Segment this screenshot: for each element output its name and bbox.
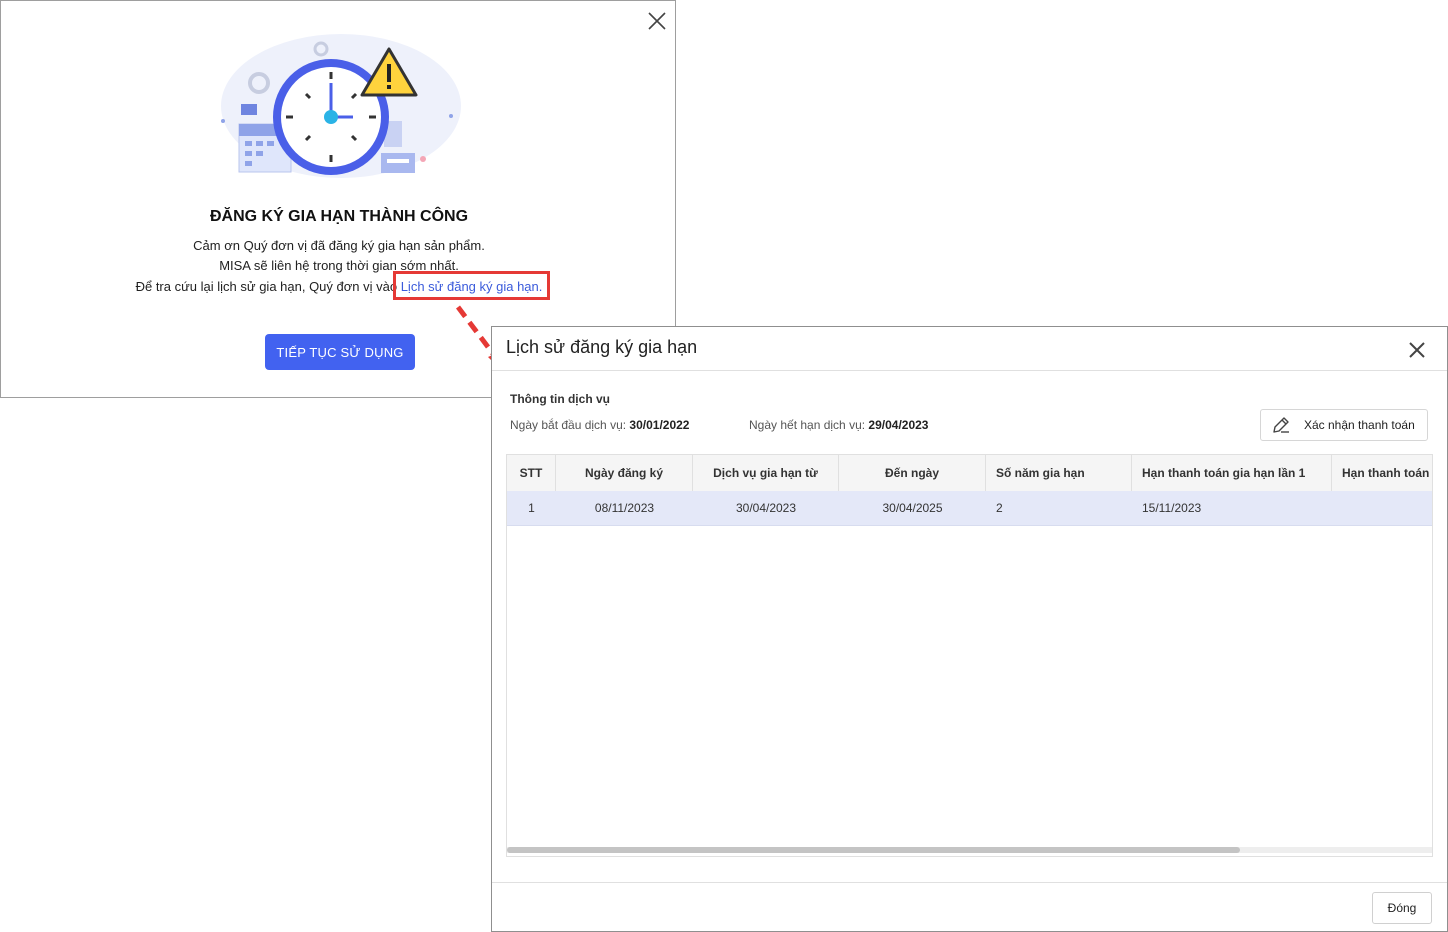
- cell-payment-deadline-1: 15/11/2023: [1142, 501, 1202, 515]
- start-date-label: Ngày bắt đầu dịch vụ:: [510, 418, 630, 432]
- column-header-registration-date[interactable]: Ngày đăng ký: [556, 455, 693, 491]
- continue-button[interactable]: TIẾP TỤC SỬ DỤNG: [265, 334, 415, 370]
- end-date-value: 29/04/2023: [868, 418, 929, 432]
- column-header-stt[interactable]: STT: [507, 455, 556, 491]
- close-icon[interactable]: [1405, 338, 1429, 362]
- start-date-info: Ngày bắt đầu dịch vụ: 30/01/2022: [510, 418, 689, 432]
- pencil-icon: [1273, 417, 1289, 433]
- table-row[interactable]: 1 08/11/2023 30/04/2023 30/04/2025 2 15/…: [507, 491, 1432, 526]
- cell-renewal-from: 30/04/2023: [735, 501, 797, 515]
- cell-to-date: 30/04/2025: [882, 501, 943, 515]
- dialog-title: Lịch sử đăng ký gia hạn: [506, 337, 698, 357]
- horizontal-scrollbar[interactable]: [507, 847, 1432, 853]
- column-header-payment-deadline-1[interactable]: Hạn thanh toán gia hạn lần 1: [1132, 455, 1332, 491]
- clock-warning-illustration: [221, 34, 461, 178]
- contact-message: MISA sẽ liên hệ trong thời gian sớm nhất…: [219, 258, 459, 273]
- scrollbar-thumb[interactable]: [507, 847, 1240, 853]
- lookup-message: Để tra cứu lại lịch sử gia hạn, Quý đơn …: [1, 279, 677, 294]
- header-divider: [492, 370, 1447, 371]
- end-date-info: Ngày hết hạn dịch vụ: 29/04/2023: [749, 418, 928, 432]
- cell-stt: 1: [528, 501, 535, 515]
- close-icon[interactable]: [645, 9, 669, 33]
- cell-registration-date: 08/11/2023: [594, 501, 655, 515]
- lookup-prefix: Để tra cứu lại lịch sử gia hạn, Quý đơn …: [135, 279, 401, 294]
- column-header-renewal-years[interactable]: Số năm gia hạn: [986, 455, 1132, 491]
- column-header-renewal-from[interactable]: Dịch vụ gia hạn từ: [693, 455, 839, 491]
- footer-divider: [492, 882, 1447, 883]
- column-header-payment-deadline-2[interactable]: Hạn thanh toán: [1332, 455, 1432, 491]
- cell-renewal-years: 2: [996, 501, 1003, 515]
- history-table: STT Ngày đăng ký Dịch vụ gia hạn từ Đến …: [506, 454, 1433, 857]
- confirm-payment-button[interactable]: Xác nhận thanh toán: [1260, 409, 1428, 441]
- close-button[interactable]: Đóng: [1372, 892, 1432, 924]
- start-date-value: 30/01/2022: [629, 418, 690, 432]
- cell-payment-deadline-2: [1332, 491, 1432, 525]
- section-title: Thông tin dịch vụ: [510, 392, 610, 406]
- end-date-label: Ngày hết hạn dịch vụ:: [749, 418, 869, 432]
- table-header: STT Ngày đăng ký Dịch vụ gia hạn từ Đến …: [507, 455, 1432, 492]
- renewal-history-dialog: Lịch sử đăng ký gia hạn Thông tin dịch v…: [491, 326, 1448, 932]
- success-title: ĐĂNG KÝ GIA HẠN THÀNH CÔNG: [209, 208, 469, 225]
- column-header-to-date[interactable]: Đến ngày: [839, 455, 986, 491]
- thank-you-message: Cảm ơn Quý đơn vị đã đăng ký gia hạn sản…: [193, 238, 485, 253]
- confirm-payment-label: Xác nhận thanh toán: [1304, 418, 1415, 432]
